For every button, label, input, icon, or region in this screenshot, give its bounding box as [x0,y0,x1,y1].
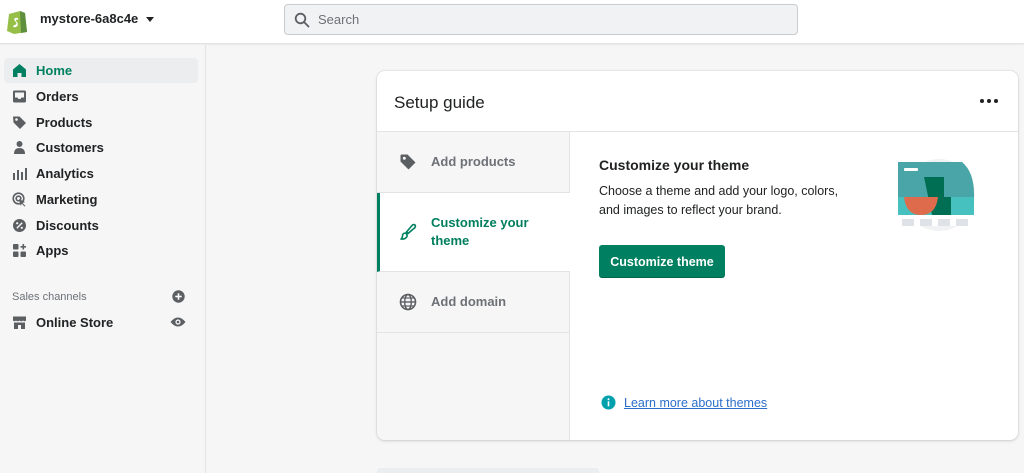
sidebar-item-label: Online Store [36,315,114,330]
add-channel-icon[interactable] [172,290,185,303]
shopify-logo-icon[interactable] [6,8,28,34]
setup-guide-card: Setup guide Add products Customize your … [377,71,1018,440]
info-icon [601,395,616,410]
theme-illustration-icon [898,159,975,231]
search-icon [294,12,310,27]
globe-icon [399,293,417,311]
store-icon [13,316,26,329]
sidebar-item-label: Orders [36,89,79,104]
sidebar-item-discounts[interactable]: Discounts [4,213,198,238]
store-switcher[interactable]: mystore-6a8c4e [40,11,155,26]
sidebar-item-products[interactable]: Products [4,110,198,135]
next-card-edge [377,468,599,473]
step-add-domain[interactable]: Add domain [377,272,570,333]
dot-icon [987,99,991,103]
store-name: mystore-6a8c4e [40,11,139,26]
discount-icon [13,219,26,232]
paintbrush-icon [400,223,417,240]
top-bar: mystore-6a8c4e [0,0,1024,44]
sidebar-item-label: Analytics [36,166,94,181]
target-icon [12,192,26,207]
sidebar-item-analytics[interactable]: Analytics [4,161,198,186]
bar-chart-icon [13,168,27,180]
setup-steps-list: Add products Customize your theme Add do… [377,132,570,440]
caret-down-icon [146,16,155,22]
search-bar[interactable] [284,4,798,35]
sidebar-item-label: Apps [36,243,69,258]
more-actions-button[interactable] [980,97,998,105]
sidebar-item-customers[interactable]: Customers [4,135,198,160]
sidebar-item-apps[interactable]: Apps [4,238,198,263]
sidebar: Home Orders Products Customers Analytics… [0,45,206,473]
person-icon [14,141,25,154]
step-content-panel: Customize your theme Choose a theme and … [571,132,1018,440]
sidebar-item-label: Marketing [36,192,98,207]
sidebar-item-home[interactable]: Home [4,58,198,83]
dot-icon [994,99,998,103]
sidebar-item-orders[interactable]: Orders [4,84,198,109]
sidebar-item-label: Products [36,115,93,130]
inbox-icon [13,90,26,103]
content-description: Choose a theme and add your logo, colors… [599,184,839,217]
sidebar-item-label: Home [36,63,73,78]
card-title: Setup guide [394,93,485,112]
tag-icon [13,116,26,129]
apps-icon [13,244,26,257]
tag-icon [400,154,416,170]
step-label: Add products [431,154,516,169]
content-title: Customize your theme [599,157,750,173]
search-input[interactable] [318,12,778,27]
step-add-products[interactable]: Add products [377,132,570,193]
home-icon [13,64,26,77]
sales-channels-title: Sales channels [12,291,87,303]
dot-icon [980,99,984,103]
learn-more-row: Learn more about themes [601,395,767,410]
eye-icon[interactable] [170,316,186,328]
sidebar-item-label: Customers [36,140,104,155]
step-label: Customize your theme [431,215,529,248]
sidebar-item-label: Discounts [36,218,99,233]
customize-theme-button[interactable]: Customize theme [599,245,725,278]
sidebar-item-online-store[interactable]: Online Store [4,310,198,335]
step-label: Add domain [431,294,507,309]
learn-more-link[interactable]: Learn more about themes [624,396,767,410]
step-customize-theme[interactable]: Customize your theme [377,193,570,272]
sidebar-item-marketing[interactable]: Marketing [4,187,198,212]
